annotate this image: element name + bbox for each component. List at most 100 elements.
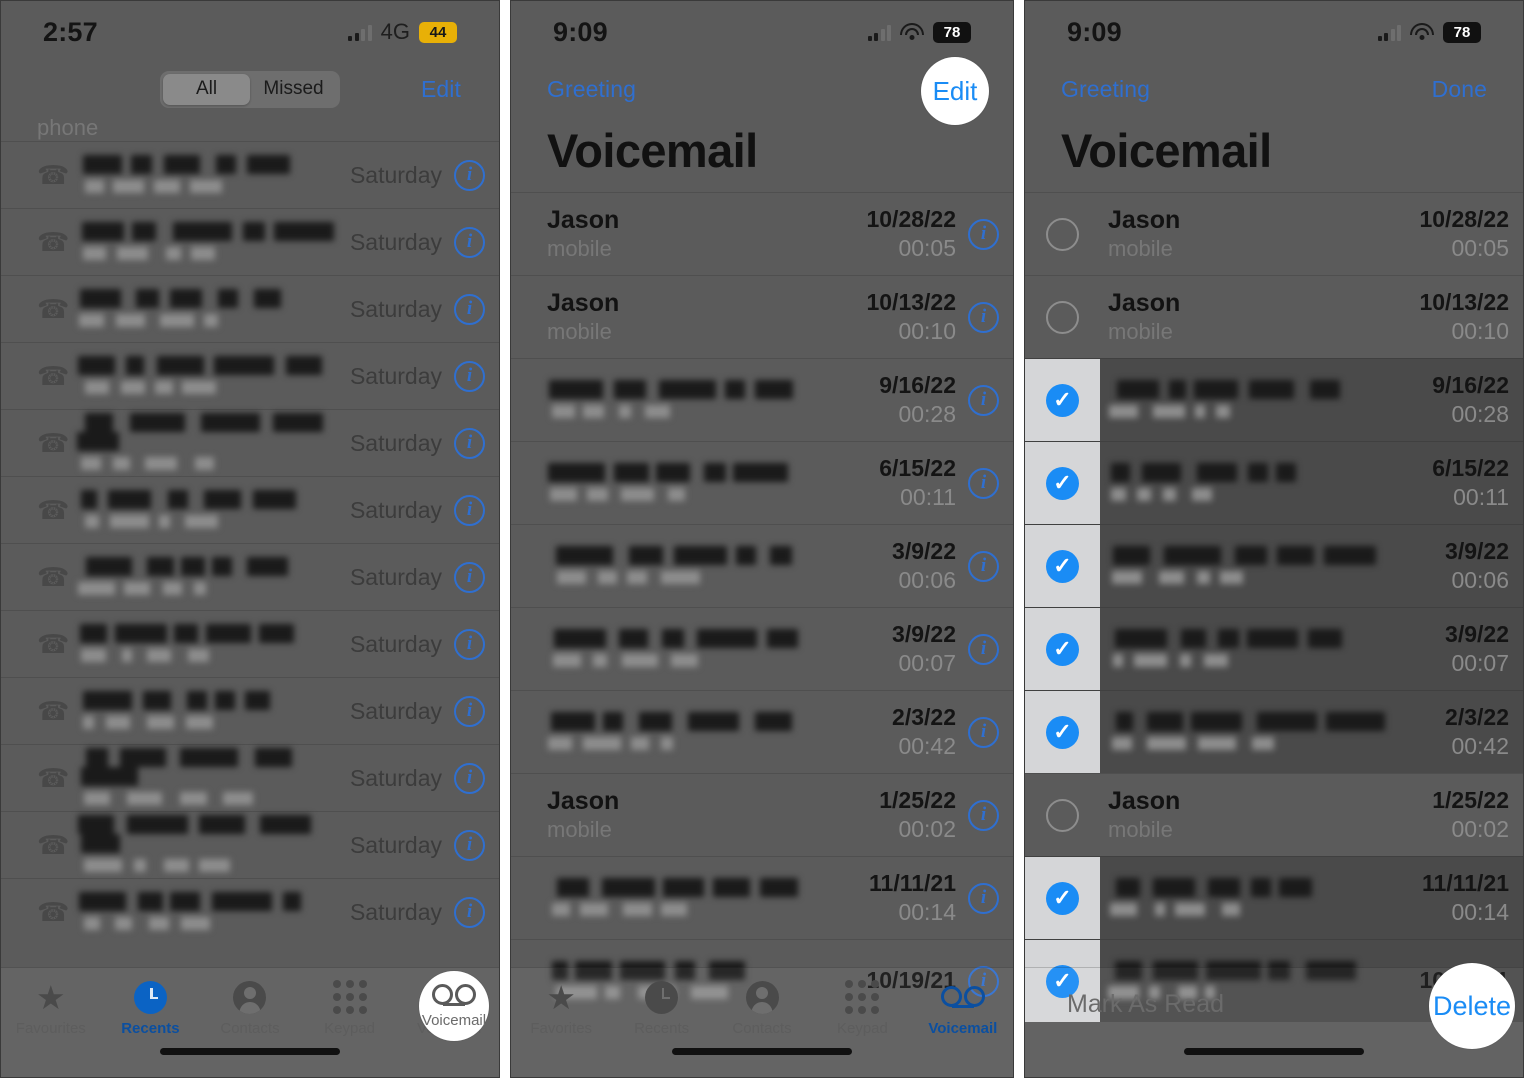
tab-keypad[interactable]: Keypad [300,980,400,1037]
checkbox-checked-icon[interactable]: ✓ [1046,632,1079,666]
table-row[interactable]: ✓ 9/16/22 00:28 [1025,358,1523,441]
info-icon[interactable]: i [968,799,999,831]
person-icon [745,980,779,1014]
voicemail-caller-name: Jason [547,786,620,815]
network-type-label: 4G [380,19,410,44]
voicemail-date: 3/9/22 [892,621,956,647]
checkbox-checked-icon[interactable]: ✓ [1046,549,1079,583]
table-row[interactable]: Saturday i [1,543,499,610]
info-icon[interactable]: i [968,550,999,582]
info-icon[interactable]: i [454,561,485,593]
table-row[interactable]: ✓ 11/11/21 00:14 [1025,856,1523,939]
calls-filter-segmented-control[interactable]: All Missed [160,70,340,108]
checkbox-checked-icon[interactable]: ✓ [1046,715,1079,749]
greeting-button[interactable]: Greeting [1061,76,1150,103]
table-row[interactable]: ✓ 2/3/22 00:42 [1025,690,1523,773]
spotlight-delete-button[interactable]: Delete [1429,963,1515,1049]
table-row[interactable]: Jason mobile 10/28/22 00:05 [1025,192,1523,275]
row-select-cell[interactable]: ✓ [1025,691,1100,773]
spotlight-edit-button[interactable]: Edit [921,57,989,125]
greeting-button[interactable]: Greeting [547,76,636,103]
info-icon[interactable]: i [454,293,485,325]
info-icon[interactable]: i [968,218,999,250]
row-select-cell[interactable] [1025,193,1100,275]
info-icon[interactable]: i [454,829,485,861]
tab-voicemail[interactable]: Voicemail [913,980,1013,1037]
table-row[interactable]: Saturday i [1,275,499,342]
table-row[interactable]: 9/16/22 00:28 i [511,358,1013,441]
info-icon[interactable]: i [454,762,485,794]
done-button[interactable]: Done [1432,76,1487,103]
table-row[interactable]: ✓ 3/9/22 00:07 [1025,607,1523,690]
table-row[interactable]: 6/15/22 00:11 i [511,441,1013,524]
info-icon[interactable]: i [454,226,485,258]
table-row[interactable]: Saturday i [1,476,499,543]
info-icon[interactable]: i [454,896,485,928]
voicemail-date: 3/9/22 [892,538,956,564]
table-row[interactable]: Saturday i [1,208,499,275]
table-row[interactable]: ✓ 3/9/22 00:06 [1025,524,1523,607]
checkbox-checked-icon[interactable]: ✓ [1046,466,1079,500]
info-icon[interactable]: i [454,360,485,392]
tab-favourites[interactable]: ★ Favourites [1,980,101,1038]
info-icon[interactable]: i [454,695,485,727]
row-select-cell[interactable]: ✓ [1025,359,1100,441]
table-row[interactable]: Jason mobile 1/25/22 00:02 i [511,773,1013,856]
checkbox-unchecked-icon[interactable] [1046,300,1079,334]
table-row[interactable]: Saturday i [1,744,499,811]
row-select-cell[interactable]: ✓ [1025,442,1100,524]
table-row[interactable]: 11/11/21 00:14 i [511,856,1013,939]
table-row[interactable]: Saturday i [1,878,499,945]
info-icon[interactable]: i [968,633,999,665]
spotlight-voicemail-tab[interactable]: Voicemail [419,971,489,1041]
info-icon[interactable]: i [968,301,999,333]
table-row[interactable]: Jason mobile 10/28/22 00:05 i [511,192,1013,275]
table-row[interactable]: 3/9/22 00:07 i [511,607,1013,690]
table-row[interactable]: Saturday i [1,811,499,878]
table-row[interactable]: Saturday i [1,409,499,476]
table-row[interactable]: Saturday i [1,342,499,409]
voicemail-caller-name: Jason [547,205,620,234]
table-row[interactable]: Saturday i [1,677,499,744]
checkbox-unchecked-icon[interactable] [1046,217,1079,251]
tab-bar-2[interactable]: ★ Favorites Recents Contacts Keypad Voicemail [511,967,1013,1077]
info-icon[interactable]: i [968,467,999,499]
voicemail-duration: 00:06 [1451,567,1509,593]
table-row[interactable]: Saturday i [1,141,499,208]
voicemail-list: Jason mobile 10/28/22 00:05 i Jason mobile 10/1… [511,192,1013,1022]
table-row[interactable]: Saturday i [1,610,499,677]
tab-recents[interactable]: Recents [101,980,201,1037]
row-select-cell[interactable] [1025,774,1100,856]
edit-button[interactable]: Edit [421,76,461,103]
tab-keypad[interactable]: Keypad [812,980,912,1037]
row-select-cell[interactable]: ✓ [1025,608,1100,690]
mark-as-read-button[interactable]: Mark As Read [1067,990,1224,1019]
tab-contacts[interactable]: Contacts [712,980,812,1037]
row-select-cell[interactable] [1025,276,1100,358]
tab-favorites[interactable]: ★ Favorites [511,980,611,1038]
tab-recents[interactable]: Recents [611,980,711,1037]
table-row[interactable]: Jason mobile 1/25/22 00:02 [1025,773,1523,856]
row-select-cell[interactable]: ✓ [1025,525,1100,607]
table-row[interactable]: Jason mobile 10/13/22 00:10 [1025,275,1523,358]
info-icon[interactable]: i [454,628,485,660]
segment-missed[interactable]: Missed [250,74,337,105]
table-row[interactable]: 3/9/22 00:06 i [511,524,1013,607]
info-icon[interactable]: i [454,427,485,459]
segment-all[interactable]: All [163,73,250,105]
table-row[interactable]: ✓ 6/15/22 00:11 [1025,441,1523,524]
call-contact [77,288,350,330]
checkbox-checked-icon[interactable]: ✓ [1046,881,1079,915]
voicemail-date: 2/3/22 [1445,704,1509,730]
row-select-cell[interactable]: ✓ [1025,857,1100,939]
table-row[interactable]: 2/3/22 00:42 i [511,690,1013,773]
info-icon[interactable]: i [454,494,485,526]
table-row[interactable]: Jason mobile 10/13/22 00:10 i [511,275,1013,358]
info-icon[interactable]: i [968,716,999,748]
checkbox-unchecked-icon[interactable] [1046,798,1079,832]
info-icon[interactable]: i [454,159,485,191]
checkbox-checked-icon[interactable]: ✓ [1046,383,1079,417]
tab-contacts[interactable]: Contacts [200,980,300,1037]
info-icon[interactable]: i [968,882,999,914]
info-icon[interactable]: i [968,384,999,416]
